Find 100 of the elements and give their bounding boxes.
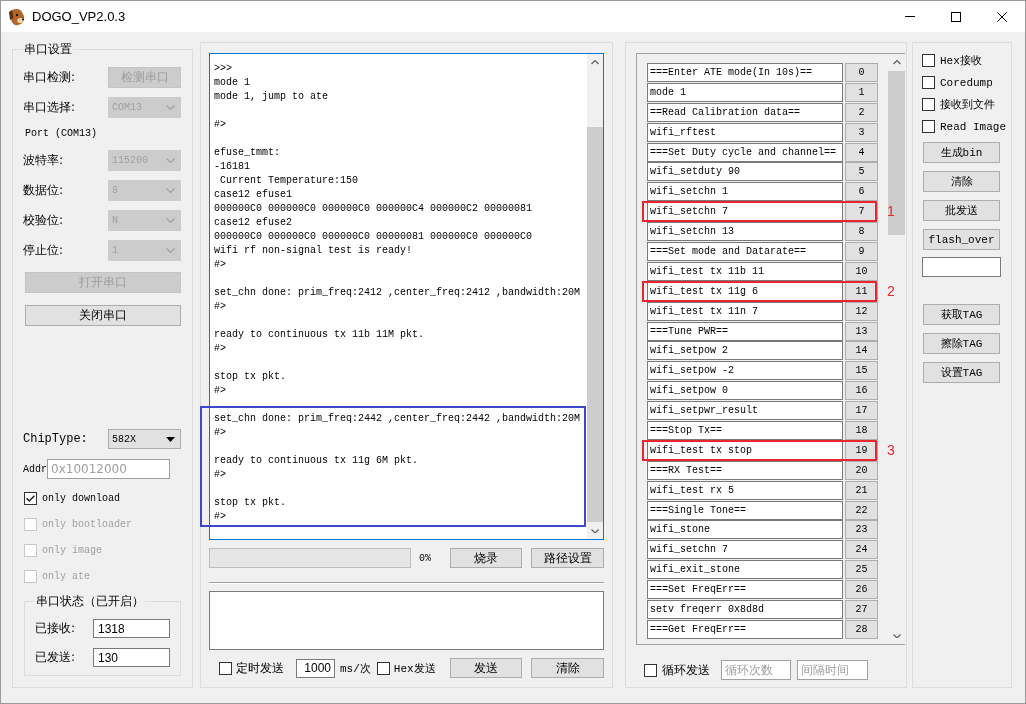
index-button[interactable]: 9 bbox=[845, 242, 878, 261]
index-button[interactable]: 18 bbox=[845, 421, 878, 441]
port-button[interactable]: 关闭串口 bbox=[25, 305, 181, 326]
console-line: ready to continuous tx 11b 11M pkt. bbox=[214, 328, 426, 342]
index-button[interactable]: 0 bbox=[845, 63, 878, 82]
index-button[interactable]: 28 bbox=[845, 619, 878, 639]
console-line: 000000C0 000000C0 000000C0 000000C4 000000C2 00000081 bbox=[214, 202, 534, 216]
minimize-icon bbox=[905, 16, 915, 17]
index-button[interactable]: 14 bbox=[845, 341, 878, 361]
command-field[interactable]: ===Enter ATE mode(In 10s)== bbox=[647, 63, 843, 82]
index-button[interactable]: 25 bbox=[845, 560, 878, 580]
action-button[interactable]: 清除 bbox=[531, 658, 604, 678]
command-field[interactable]: ===Tune PWR== bbox=[647, 321, 843, 341]
checkbox[interactable] bbox=[219, 661, 232, 675]
command-field[interactable]: wifi_test rx 5 bbox=[647, 480, 843, 500]
index-button[interactable]: 6 bbox=[845, 182, 878, 202]
dog-icon bbox=[8, 7, 26, 26]
chevron-down-icon[interactable] bbox=[591, 528, 599, 533]
index-button[interactable]: 8 bbox=[845, 222, 878, 242]
tag-button[interactable]: 设置TAG bbox=[923, 362, 1000, 383]
index-button[interactable]: 22 bbox=[845, 500, 878, 520]
close-icon bbox=[997, 11, 1007, 22]
command-field[interactable]: wifi_setchn 13 bbox=[647, 222, 843, 242]
command-field[interactable]: wifi_setpwr_result bbox=[647, 401, 843, 421]
index-button[interactable]: 24 bbox=[845, 540, 878, 560]
command-field[interactable]: wifi_setpow 2 bbox=[647, 341, 843, 361]
command-field[interactable]: ===Set FreqErr== bbox=[647, 580, 843, 600]
console-line: efuse_tmmt: bbox=[214, 146, 281, 160]
action-button[interactable]: 路径设置 bbox=[531, 548, 604, 568]
checkbox[interactable] bbox=[922, 54, 935, 67]
index-button[interactable]: 1 bbox=[845, 82, 878, 102]
index-button[interactable]: 3 bbox=[845, 122, 878, 142]
command-field[interactable]: wifi_setchn 7 bbox=[647, 540, 843, 560]
tool-button[interactable]: flash_over bbox=[923, 229, 1000, 250]
index-button[interactable]: 15 bbox=[845, 361, 878, 381]
tag-button[interactable]: 获取TAG bbox=[923, 304, 1000, 325]
command-field[interactable]: ===Set Duty cycle and channel== bbox=[647, 142, 843, 162]
scrollbar[interactable] bbox=[587, 54, 603, 539]
index-button[interactable]: 2 bbox=[845, 102, 878, 122]
interval-time-field[interactable]: 间隔时间 bbox=[797, 660, 868, 680]
command-field[interactable]: ==Read Calibration data== bbox=[647, 102, 843, 122]
interval-field[interactable]: 1000 bbox=[296, 658, 335, 678]
chevron-down-icon[interactable] bbox=[892, 633, 901, 638]
index-button[interactable]: 13 bbox=[845, 321, 878, 341]
callout-number: 3 bbox=[887, 440, 895, 460]
checkbox-label: Coredump bbox=[940, 76, 993, 89]
chevron-up-icon[interactable] bbox=[591, 60, 599, 65]
checkbox[interactable] bbox=[644, 663, 657, 677]
command-field[interactable]: ===Get FreqErr== bbox=[647, 619, 843, 639]
action-button[interactable]: 烧录 bbox=[450, 548, 522, 568]
checkbox[interactable] bbox=[922, 98, 935, 111]
tool-button[interactable]: 生成bin bbox=[923, 142, 1000, 163]
chevron-up-icon[interactable] bbox=[892, 60, 901, 65]
counter-field[interactable]: 1318 bbox=[93, 619, 170, 638]
console-line: #> bbox=[214, 342, 227, 356]
text-field[interactable] bbox=[922, 257, 1001, 277]
loop-count-field[interactable]: 循环次数 bbox=[721, 660, 791, 680]
tool-button[interactable]: 批发送 bbox=[923, 200, 1000, 221]
scrollbar-thumb[interactable] bbox=[587, 126, 603, 522]
command-field[interactable]: wifi_exit_stone bbox=[647, 560, 843, 580]
console-line: case12 efuse2 bbox=[214, 216, 293, 230]
index-button[interactable]: 17 bbox=[845, 401, 878, 421]
index-button[interactable]: 26 bbox=[845, 580, 878, 600]
command-field[interactable]: wifi_setpow 0 bbox=[647, 381, 843, 401]
command-field[interactable]: mode 1 bbox=[647, 82, 843, 102]
console-line: #> bbox=[214, 384, 227, 398]
command-field[interactable]: wifi_stone bbox=[647, 520, 843, 540]
command-field[interactable]: ===Stop Tx== bbox=[647, 421, 843, 441]
command-field[interactable]: wifi_test tx 11b 11 bbox=[647, 261, 843, 281]
checkbox[interactable] bbox=[922, 76, 935, 89]
counter-field[interactable]: 130 bbox=[93, 648, 170, 667]
tool-button[interactable]: 清除 bbox=[923, 171, 1000, 192]
message-field[interactable] bbox=[209, 591, 604, 650]
checkbox[interactable] bbox=[922, 120, 935, 133]
scrollbar-thumb[interactable] bbox=[888, 70, 905, 235]
index-button[interactable]: 21 bbox=[845, 480, 878, 500]
index-button[interactable]: 4 bbox=[845, 142, 878, 162]
index-button[interactable]: 16 bbox=[845, 381, 878, 401]
dropdown[interactable]: 582X bbox=[108, 429, 181, 449]
index-button[interactable]: 23 bbox=[845, 520, 878, 540]
address-field[interactable]: 0x10012000 bbox=[47, 459, 170, 479]
index-button[interactable]: 5 bbox=[845, 162, 878, 182]
index-button[interactable]: 20 bbox=[845, 460, 878, 480]
command-field[interactable]: ===Single Tone== bbox=[647, 500, 843, 520]
index-button[interactable]: 10 bbox=[845, 261, 878, 281]
maximize-icon bbox=[951, 11, 961, 22]
console-line: stop tx pkt. bbox=[214, 370, 287, 384]
command-field[interactable]: wifi_setpow -2 bbox=[647, 361, 843, 381]
command-field[interactable]: wifi_rftest bbox=[647, 122, 843, 142]
command-field[interactable]: wifi_setchn 1 bbox=[647, 182, 843, 202]
command-field[interactable]: ===Set mode and Datarate== bbox=[647, 242, 843, 261]
checkbox-label: Read Image bbox=[940, 120, 1006, 133]
index-button[interactable]: 27 bbox=[845, 600, 878, 620]
checkbox[interactable] bbox=[376, 661, 390, 675]
tag-button[interactable]: 擦除TAG bbox=[923, 333, 1000, 354]
command-field[interactable]: wifi_setduty 90 bbox=[647, 162, 843, 182]
command-field[interactable]: setv freqerr 0x8d8d bbox=[647, 600, 843, 620]
index-button[interactable]: 12 bbox=[845, 301, 878, 321]
action-button[interactable]: 发送 bbox=[450, 658, 522, 678]
checkbox[interactable] bbox=[24, 491, 37, 505]
